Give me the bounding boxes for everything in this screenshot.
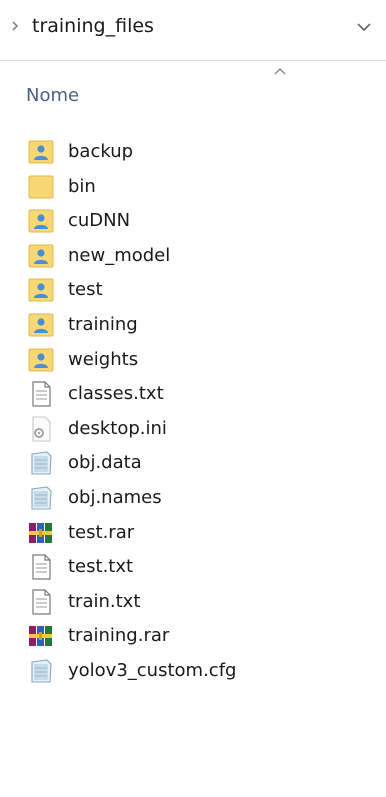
winrar-archive-icon (27, 520, 55, 546)
user-folder-icon (27, 208, 55, 234)
file-list: backup bin cuDNN new_modeltest training weigh… (0, 135, 386, 689)
file-name[interactable]: training (68, 313, 138, 337)
column-header-name[interactable]: Nome (26, 84, 79, 108)
settings-file-icon (27, 416, 55, 442)
file-row[interactable]: training (0, 308, 386, 343)
file-row[interactable]: obj.data (0, 446, 386, 481)
generic-file-icon (27, 658, 55, 684)
file-name[interactable]: cuDNN (68, 209, 130, 233)
user-folder-icon (27, 277, 55, 303)
file-row[interactable]: obj.names (0, 481, 386, 516)
user-folder-icon (27, 139, 55, 165)
user-folder-icon (27, 312, 55, 338)
file-name[interactable]: bin (68, 175, 96, 199)
sort-ascending-icon (274, 68, 286, 75)
breadcrumb-training-files[interactable]: training_files (32, 14, 154, 38)
file-row[interactable]: train.txt (0, 585, 386, 620)
file-row[interactable]: test (0, 273, 386, 308)
file-row[interactable]: desktop.ini (0, 412, 386, 447)
file-name[interactable]: weights (68, 348, 138, 372)
file-name[interactable]: new_model (68, 244, 170, 268)
file-name[interactable]: train.txt (68, 590, 140, 614)
file-row[interactable]: new_model (0, 239, 386, 274)
chevron-down-icon[interactable] (352, 17, 376, 37)
file-name[interactable]: classes.txt (68, 382, 164, 406)
file-row[interactable]: test.txt (0, 550, 386, 585)
file-row[interactable]: weights (0, 343, 386, 378)
file-row[interactable]: cuDNN (0, 204, 386, 239)
generic-file-icon (27, 450, 55, 476)
file-name[interactable]: backup (68, 140, 133, 164)
file-name[interactable]: test.rar (68, 521, 134, 545)
file-row[interactable]: test.rar (0, 516, 386, 551)
file-name[interactable]: training.rar (68, 624, 169, 648)
user-folder-icon (27, 243, 55, 269)
file-name[interactable]: test (68, 278, 103, 302)
file-name[interactable]: test.txt (68, 555, 133, 579)
file-row[interactable]: yolov3_custom.cfg (0, 654, 386, 689)
file-name[interactable]: yolov3_custom.cfg (68, 659, 236, 683)
file-row[interactable]: classes.txt (0, 377, 386, 412)
file-name[interactable]: obj.data (68, 451, 142, 475)
text-file-icon (27, 381, 55, 407)
file-row[interactable]: training.rar (0, 619, 386, 654)
generic-file-icon (27, 485, 55, 511)
text-file-icon (27, 589, 55, 615)
file-name[interactable]: desktop.ini (68, 417, 167, 441)
text-file-icon (27, 554, 55, 580)
file-row[interactable]: backup (0, 135, 386, 170)
chevron-right-icon[interactable] (10, 18, 22, 34)
file-name[interactable]: obj.names (68, 486, 162, 510)
user-folder-icon (27, 347, 55, 373)
winrar-archive-icon (27, 623, 55, 649)
address-bar[interactable]: training_files (0, 0, 386, 61)
folder-icon (27, 174, 55, 200)
file-row[interactable]: bin (0, 170, 386, 205)
